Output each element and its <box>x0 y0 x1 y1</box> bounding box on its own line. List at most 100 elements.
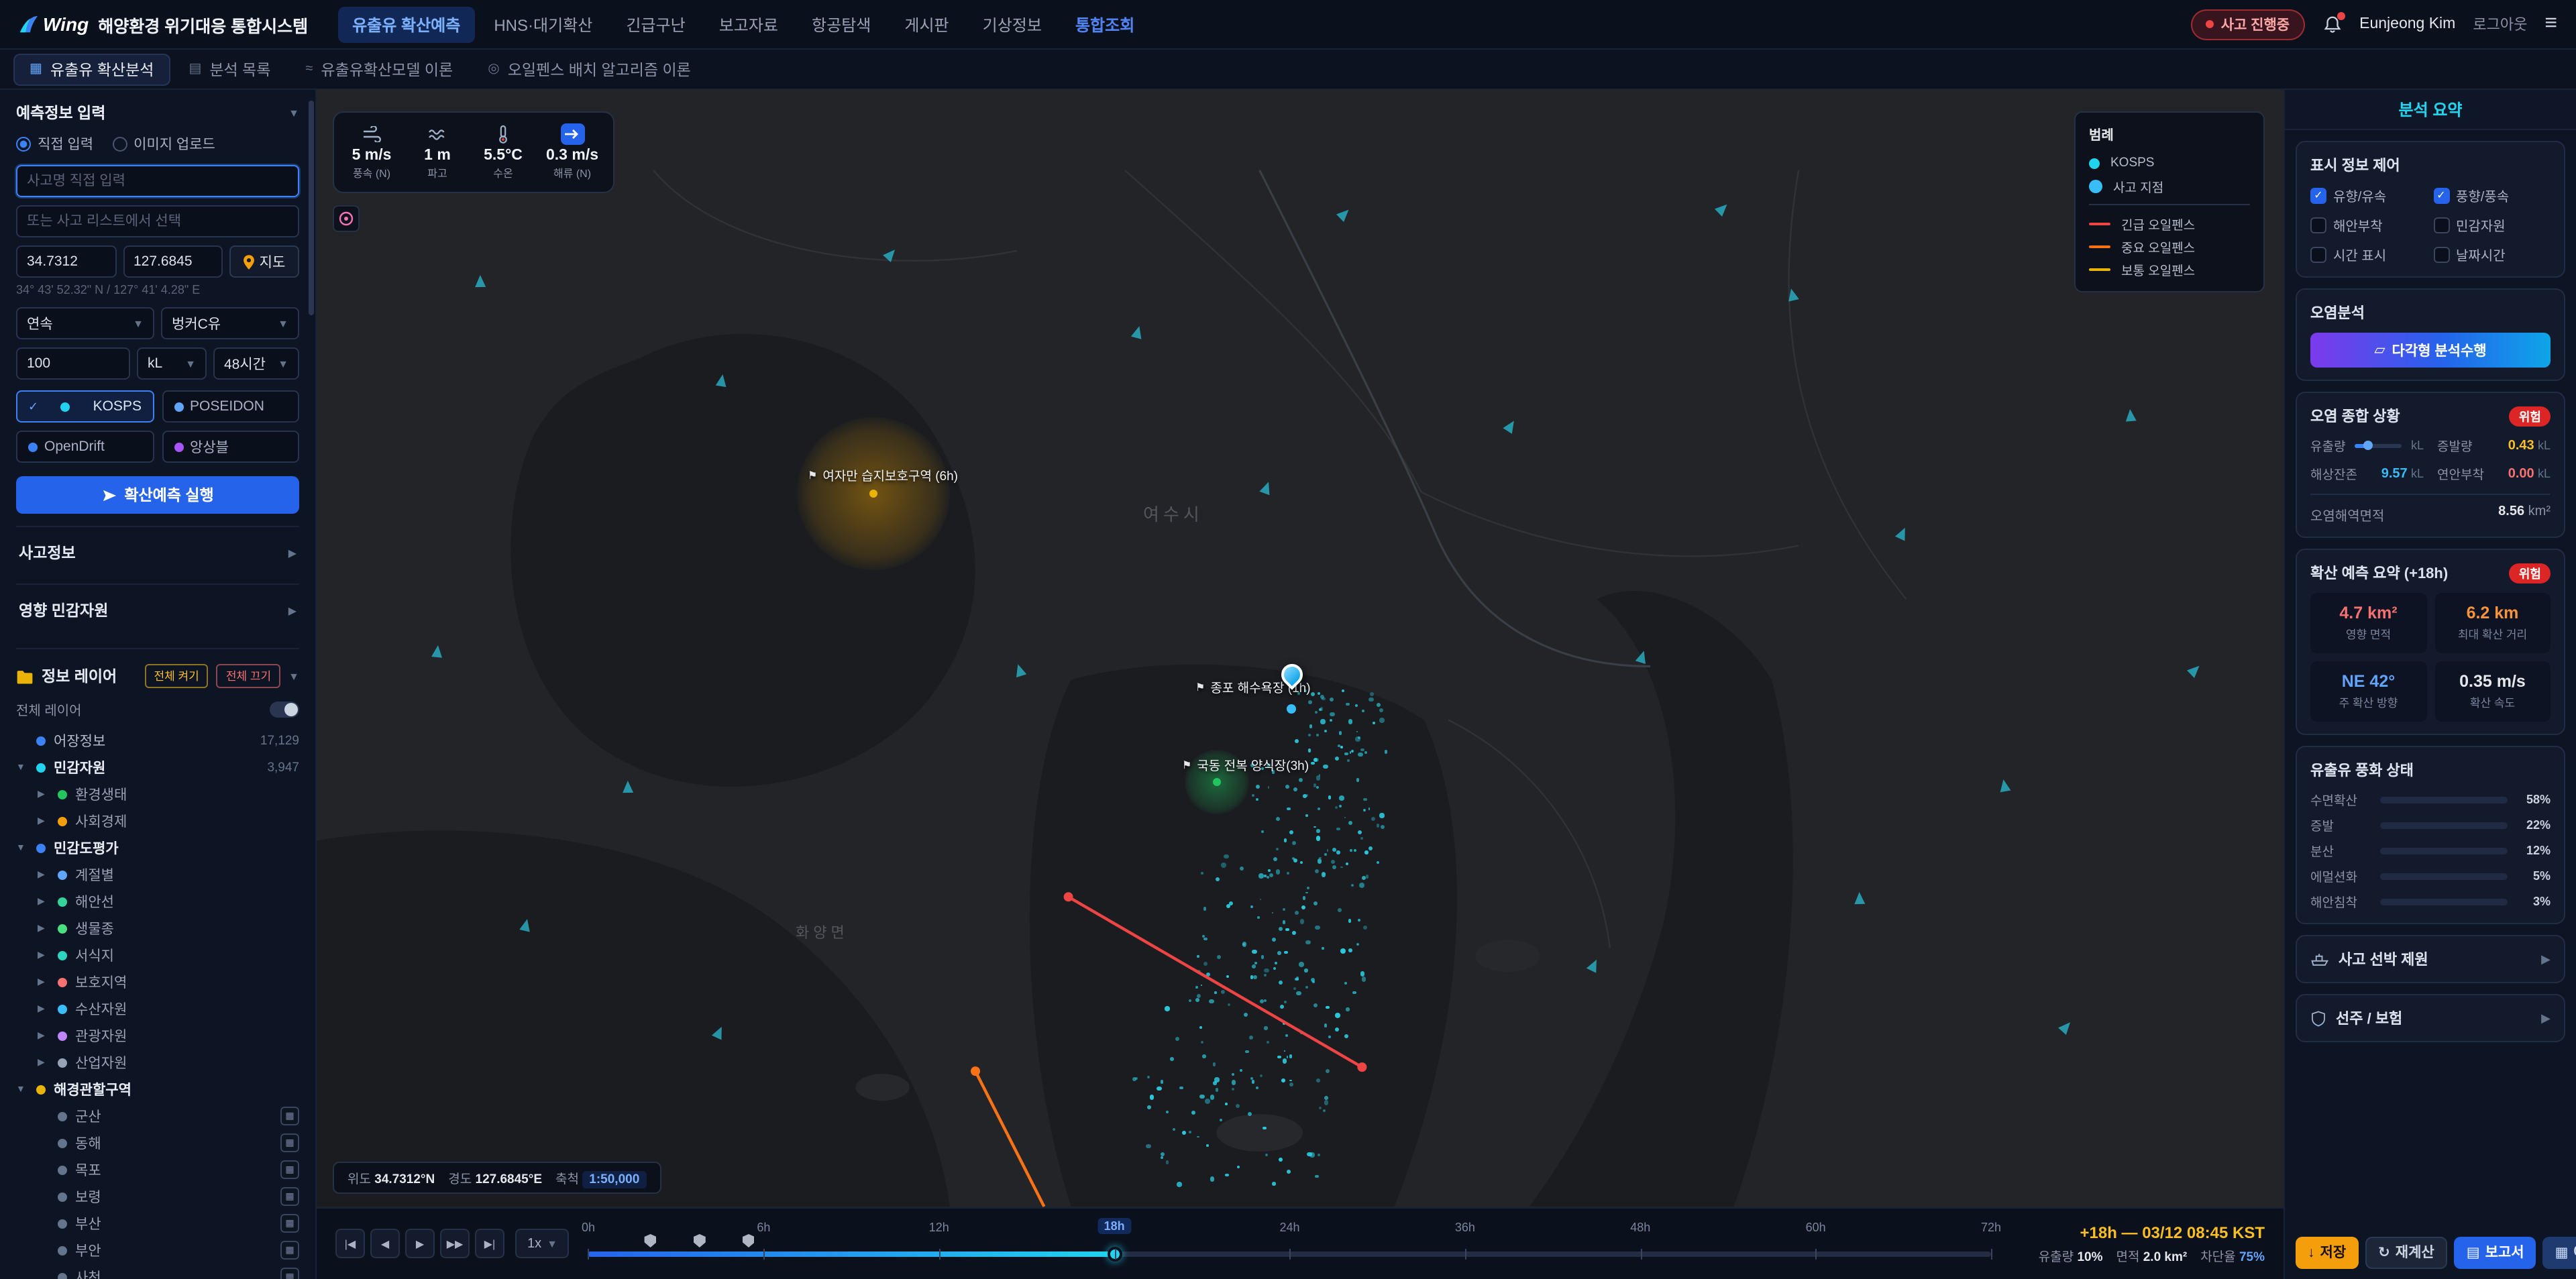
timeline-tick[interactable]: 48h <box>1630 1221 1650 1234</box>
timeline-track[interactable] <box>588 1252 1991 1257</box>
menu-icon[interactable]: ≡ <box>2544 12 2557 36</box>
accident-list-select[interactable] <box>16 205 299 237</box>
예측지도-button[interactable]: ▦예측지도 <box>2543 1236 2576 1268</box>
region-map-icon[interactable]: ▦ <box>280 1268 299 1279</box>
display-checkbox[interactable]: ✓유향/유속 <box>2310 185 2428 205</box>
all-layers-toggle[interactable] <box>270 701 299 717</box>
region-map-icon[interactable]: ▦ <box>280 1133 299 1152</box>
timeline-tick[interactable]: 72h <box>1981 1221 2001 1234</box>
accident-info-section[interactable]: 사고정보▶ <box>16 526 299 578</box>
timeline-tick[interactable]: 24h <box>1279 1221 1299 1234</box>
보고서-button[interactable]: ▤보고서 <box>2455 1236 2536 1268</box>
incident-status-badge[interactable]: 사고 진행중 <box>2192 9 2304 40</box>
layer-row[interactable]: 동해▦ <box>16 1129 299 1156</box>
nav-item[interactable]: HNS·대기확산 <box>479 6 607 42</box>
fence-endpoint[interactable] <box>1357 1062 1366 1072</box>
model-chip[interactable]: POSEIDON <box>162 390 299 423</box>
region-map-icon[interactable]: ▦ <box>280 1241 299 1260</box>
unit-select[interactable]: kL▼ <box>137 347 207 380</box>
nav-item[interactable]: 유출유 확산예측 <box>337 6 475 42</box>
display-checkbox[interactable]: ✓풍향/풍속 <box>2433 185 2551 205</box>
timeline-tick[interactable]: 0h <box>582 1221 595 1234</box>
important-fence-line[interactable] <box>975 1071 1044 1207</box>
speed-select[interactable]: 1x▼ <box>515 1229 570 1258</box>
longitude-input[interactable] <box>123 245 223 278</box>
layer-row[interactable]: ▶해안선 <box>16 888 299 915</box>
layer-row[interactable]: 목포▦ <box>16 1156 299 1183</box>
polygon-analysis-button[interactable]: ▱ 다각형 분석수행 <box>2310 333 2551 368</box>
owner-insurance-section[interactable]: 선주 / 보험▶ <box>2296 994 2565 1042</box>
layer-row[interactable]: ▶산업자원 <box>16 1049 299 1076</box>
spill-type-select[interactable]: 연속▼ <box>16 307 154 339</box>
layer-row[interactable]: ▶사회경제 <box>16 808 299 834</box>
display-checkbox[interactable]: 해안부착 <box>2310 215 2428 235</box>
tab[interactable]: ◎오일펜스 배치 알고리즘 이론 <box>472 53 707 85</box>
wetland-marker-label[interactable]: ⚑여자만 습지보호구역 (6h) <box>808 465 958 484</box>
region-map-icon[interactable]: ▦ <box>280 1160 299 1179</box>
tab[interactable]: ▤분석 목록 <box>172 53 286 85</box>
step-back-button[interactable]: ◀ <box>370 1229 400 1258</box>
analysis-summary-tab[interactable]: 분석 요약 <box>2285 90 2576 130</box>
skip-start-button[interactable]: |◀ <box>335 1229 365 1258</box>
duration-select[interactable]: 48시간▼ <box>213 347 299 380</box>
fast-forward-button[interactable]: ▶▶ <box>440 1229 470 1258</box>
layer-row[interactable]: ▶환경생태 <box>16 781 299 808</box>
play-button[interactable]: ▶ <box>405 1229 435 1258</box>
latitude-input[interactable] <box>16 245 116 278</box>
predict-input-header[interactable]: 예측정보 입력 ▼ <box>16 102 299 123</box>
emergency-fence-line[interactable] <box>1069 897 1362 1067</box>
nav-item[interactable]: 긴급구난 <box>611 6 700 42</box>
notifications-button[interactable] <box>2322 14 2342 34</box>
region-map-icon[interactable]: ▦ <box>280 1107 299 1125</box>
skip-end-button[interactable]: ▶| <box>475 1229 504 1258</box>
sidebar-scrollbar[interactable] <box>309 101 314 315</box>
model-chip[interactable]: OpenDrift <box>16 431 154 463</box>
map-pick-button[interactable]: 지도 <box>229 245 299 278</box>
map-canvas[interactable]: 여수시 화양면 ⚑여자만 습지보호구역 (6h) ⚑종포 해수욕장 (1h) ⚑… <box>317 90 2284 1207</box>
fence-endpoint[interactable] <box>1064 892 1073 901</box>
layer-row[interactable]: 부산▦ <box>16 1210 299 1237</box>
region-map-icon[interactable]: ▦ <box>280 1187 299 1206</box>
nav-item[interactable]: 항공탐색 <box>797 6 885 42</box>
layer-row[interactable]: 사천▦ <box>16 1264 299 1279</box>
nav-item[interactable]: 기상정보 <box>968 6 1057 42</box>
layer-row[interactable]: ▶생물종 <box>16 915 299 942</box>
layer-row[interactable]: ▶계절별 <box>16 861 299 888</box>
amount-input[interactable] <box>16 347 130 380</box>
layers-all-off-button[interactable]: 전체 끄기 <box>217 664 280 688</box>
tab[interactable]: ▦유출유 확산분석 <box>13 53 170 85</box>
layer-row[interactable]: ▼민감자원3,947 <box>16 754 299 781</box>
display-checkbox[interactable]: 날짜시간 <box>2433 244 2551 264</box>
layer-row[interactable]: ▼해경관할구역 <box>16 1076 299 1103</box>
nav-item[interactable]: 보고자료 <box>704 6 793 42</box>
timeline-tick[interactable]: 18h <box>1097 1218 1132 1234</box>
timeline-tick[interactable]: 12h <box>929 1221 949 1234</box>
radio-direct-input[interactable]: 직접 입력 <box>16 134 93 154</box>
tab[interactable]: ≈유출유확산모델 이론 <box>289 53 469 85</box>
timeline-tick[interactable]: 60h <box>1806 1221 1826 1234</box>
layer-row[interactable]: ▼민감도평가 <box>16 834 299 861</box>
nav-item[interactable]: 게시판 <box>890 6 963 42</box>
model-chip[interactable]: ✓KOSPS <box>16 390 154 423</box>
spill-amount-slider[interactable] <box>2355 443 2402 447</box>
region-map-icon[interactable]: ▦ <box>280 1214 299 1233</box>
layers-header[interactable]: 정보 레이어 전체 켜기 전체 끄기 ▼ <box>16 648 299 688</box>
layer-row[interactable]: 어장정보17,129 <box>16 727 299 754</box>
timeline-tick[interactable]: 36h <box>1455 1221 1475 1234</box>
impact-resources-section[interactable]: 영향 민감자원▶ <box>16 583 299 636</box>
slider-thumb[interactable] <box>2363 441 2373 450</box>
accident-name-input[interactable] <box>16 165 299 197</box>
logout-button[interactable]: 로그아웃 <box>2473 13 2527 35</box>
layer-row[interactable]: ▶관광자원 <box>16 1022 299 1049</box>
저장-button[interactable]: ↓저장 <box>2296 1236 2358 1268</box>
run-prediction-button[interactable]: 확산예측 실행 <box>16 476 299 514</box>
재계산-button[interactable]: ↻재계산 <box>2365 1236 2448 1268</box>
layer-row[interactable]: ▶보호지역 <box>16 968 299 995</box>
model-chip[interactable]: 앙상블 <box>162 431 299 463</box>
layer-row[interactable]: 보령▦ <box>16 1183 299 1210</box>
timeline-ruler[interactable]: 0h6h12h18h24h36h48h60h72h <box>588 1219 1991 1268</box>
layer-row[interactable]: 부안▦ <box>16 1237 299 1264</box>
display-checkbox[interactable]: 민감자원 <box>2433 215 2551 235</box>
oil-type-select[interactable]: 벙커C유▼ <box>161 307 299 339</box>
fence-endpoint[interactable] <box>971 1066 980 1076</box>
